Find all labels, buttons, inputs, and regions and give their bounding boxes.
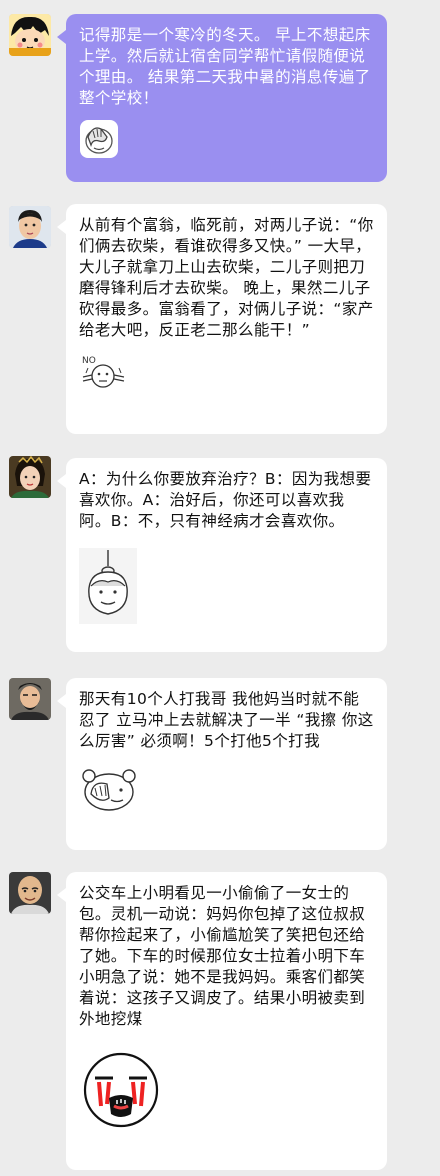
young-man-avatar[interactable] (9, 206, 51, 248)
message-bubble[interactable]: 公交车上小明看见一小偷偷了一女士的包。灵机一动说：妈妈你包掉了这位叔叔帮你捡起来… (57, 872, 387, 1170)
message-text: 记得那是一个寒冷的冬天。 早上不想起床上学。然后就让宿舍同学帮忙请假随便说个理由… (79, 26, 371, 107)
message-text: 那天有10个人打我哥 我他妈当时就不能忍了 立马冲上去就解决了一半 “我擦 你这… (79, 690, 374, 750)
message-bubble[interactable]: 记得那是一个寒冷的冬天。 早上不想起床上学。然后就让宿舍同学帮忙请假随便说个理由… (57, 14, 387, 182)
covering-face-sticker[interactable] (79, 766, 375, 812)
message-text: 公交车上小明看见一小偷偷了一女士的包。灵机一动说：妈妈你包掉了这位叔叔帮你捡起来… (79, 884, 366, 1028)
message-text: 从前有个富翁，临死前，对两儿子说：“你们俩去砍柴，看谁砍得多又快。” 一大早，大… (79, 216, 374, 339)
crying-face-sticker[interactable] (79, 1048, 375, 1132)
message-bubble[interactable]: A：为什么你要放弃治疗？B：因为我想要喜欢你。A：治好后，你还可以喜欢我阿。B：… (57, 458, 387, 652)
sticker-text: NO (82, 356, 96, 366)
face-palm-sticker[interactable] (79, 119, 375, 159)
bearded-man-avatar[interactable] (9, 678, 51, 720)
costume-woman-avatar[interactable] (9, 456, 51, 498)
cartoon-girl-avatar[interactable] (9, 14, 51, 56)
message-bubble[interactable]: 从前有个富翁，临死前，对两儿子说：“你们俩去砍柴，看谁砍得多又快。” 一大早，大… (57, 204, 387, 434)
message-text: A：为什么你要放弃治疗？B：因为我想要喜欢你。A：治好后，你还可以喜欢我阿。B：… (79, 470, 372, 530)
no-sign-sticker[interactable]: NO (79, 351, 375, 391)
bald-man-avatar[interactable] (9, 872, 51, 914)
message-bubble[interactable]: 那天有10个人打我哥 我他妈当时就不能忍了 立马冲上去就解决了一半 “我擦 你这… (57, 678, 387, 850)
hanging-face-sticker[interactable] (79, 548, 375, 624)
